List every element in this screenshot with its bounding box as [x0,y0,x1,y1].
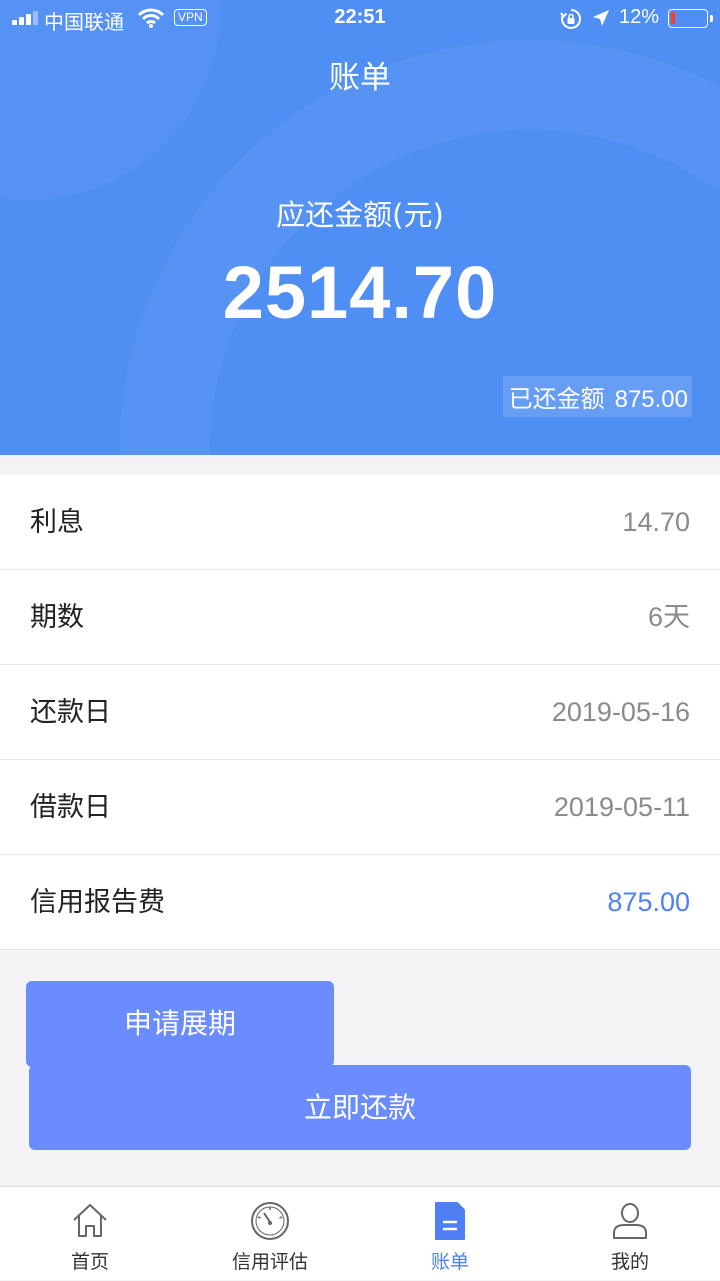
tab-bar: 首页 信用评估 账单 我的 [0,1186,720,1280]
page-title: 账单 [329,60,391,96]
detail-value: 6天 [647,602,690,632]
tab-mine[interactable]: 我的 [540,1187,720,1281]
tab-label: 信用评估 [231,1251,308,1273]
repay-now-button[interactable]: 立即还款 [29,1065,691,1150]
tab-credit-assessment[interactable]: 信用评估 [180,1187,360,1281]
detail-value: 875.00 [607,887,690,917]
tab-home[interactable]: 首页 [0,1187,180,1281]
battery-level [671,12,675,24]
due-amount: 2514.70 [222,251,498,334]
home-icon [70,1201,110,1241]
tab-label: 我的 [610,1251,649,1273]
detail-row-credit-report-fee: 信用报告费 875.00 [0,855,720,950]
detail-label: 信用报告费 [30,887,165,918]
tab-bill[interactable]: 账单 [360,1187,540,1281]
detail-row-term: 期数 6天 [0,570,720,665]
bill-icon [430,1201,470,1241]
paid-amount-box: 已还金额 875.00 [502,376,692,417]
detail-value: 2019-05-11 [553,792,690,822]
battery-cap [710,15,713,22]
gauge-icon [250,1201,290,1241]
clock: 22:51 [334,6,386,28]
detail-value: 2019-05-16 [551,697,690,727]
detail-row-repay-date: 还款日 2019-05-16 [0,665,720,760]
orientation-lock-icon [560,8,582,35]
due-amount-label: 应还金额(元) [276,198,444,232]
battery-percent: 12% [619,6,660,28]
detail-row-interest: 利息 14.70 [0,475,720,570]
bill-details: 利息 14.70 期数 6天 还款日 2019-05-16 借款日 2019-0… [0,475,720,950]
detail-row-loan-date: 借款日 2019-05-11 [0,760,720,855]
tab-label: 首页 [70,1251,109,1273]
battery-icon [668,9,708,28]
detail-label: 期数 [30,602,84,633]
paid-amount: 875.00 [614,386,688,413]
apply-extension-button[interactable]: 申请展期 [26,981,334,1067]
location-icon [591,8,611,33]
header: 中国联通 VPN 22:51 12% 账单 应还金额(元) 2514.70 已还… [0,0,720,455]
detail-label: 借款日 [30,792,111,823]
tab-label: 账单 [430,1251,469,1273]
paid-amount-label: 已还金额 [508,385,605,413]
status-bar: 中国联通 VPN 22:51 12% [0,0,720,38]
detail-label: 利息 [30,507,84,538]
detail-label: 还款日 [30,697,111,728]
detail-value: 14.70 [622,507,690,537]
user-icon [610,1201,650,1241]
